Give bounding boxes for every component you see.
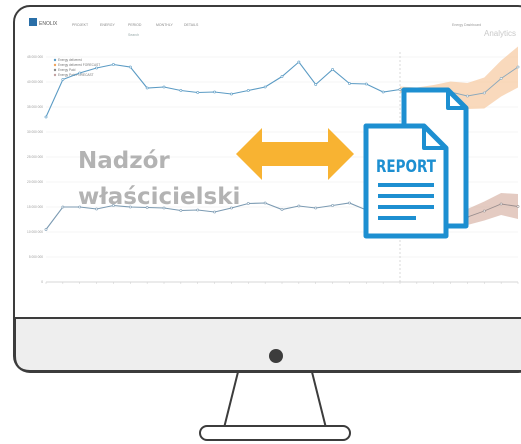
data-point[interactable] <box>179 89 183 92</box>
y-tick-label: 35 000 000 <box>27 105 43 109</box>
data-point[interactable] <box>196 91 200 94</box>
data-point[interactable] <box>213 90 216 94</box>
data-point[interactable] <box>348 201 351 205</box>
data-point[interactable] <box>145 86 149 90</box>
legend-marker <box>53 63 57 67</box>
y-tick-label: 0 <box>41 280 43 284</box>
data-point[interactable] <box>516 65 520 69</box>
toolbar-item[interactable]: DETAILS <box>184 23 199 27</box>
brand-label: Analytics <box>484 29 516 38</box>
data-point[interactable] <box>246 89 250 92</box>
data-point[interactable] <box>280 75 284 78</box>
data-point[interactable] <box>280 208 284 211</box>
report-line-4 <box>378 216 416 220</box>
data-point[interactable] <box>398 88 402 91</box>
data-point[interactable] <box>381 90 385 94</box>
legend-entry[interactable]: Energy Paid <box>58 68 76 72</box>
monitor-base <box>199 425 351 441</box>
data-point[interactable] <box>44 228 48 231</box>
y-tick-label: 40 000 000 <box>27 80 43 84</box>
data-point[interactable] <box>466 94 469 98</box>
data-point[interactable] <box>162 85 166 89</box>
data-point[interactable] <box>482 91 486 95</box>
data-point[interactable] <box>314 83 318 86</box>
data-point[interactable] <box>213 210 216 214</box>
data-point[interactable] <box>263 85 267 89</box>
data-point[interactable] <box>331 204 334 207</box>
y-tick-label: 25 000 000 <box>27 155 43 159</box>
data-point[interactable] <box>314 206 318 210</box>
y-tick-label: 15 000 000 <box>27 205 43 209</box>
report-line-2 <box>378 194 434 198</box>
toolbar-item[interactable]: MONTHLY <box>156 23 174 27</box>
logo-mark <box>29 18 37 26</box>
y-tick-label: 10 000 000 <box>27 230 43 234</box>
data-point[interactable] <box>128 65 132 69</box>
power-button[interactable] <box>269 349 283 363</box>
data-point[interactable] <box>61 78 65 81</box>
data-point[interactable] <box>95 66 98 70</box>
y-tick-label: 30 000 000 <box>27 130 43 134</box>
y-tick-label: 5 000 000 <box>29 255 43 259</box>
data-point[interactable] <box>331 68 334 71</box>
data-point[interactable] <box>297 204 301 208</box>
monitor-stand <box>222 371 328 429</box>
toolbar-item[interactable]: PERIOD <box>128 23 142 27</box>
data-point[interactable] <box>348 82 351 85</box>
legend-entry[interactable]: Energy delivered <box>58 58 82 62</box>
data-point[interactable] <box>482 209 486 213</box>
data-point[interactable] <box>499 202 503 206</box>
overlay-title-line-2: właścicielski <box>78 184 241 210</box>
data-point[interactable] <box>78 71 82 75</box>
legend-marker <box>53 58 57 62</box>
data-point[interactable] <box>364 82 368 86</box>
report-line-3 <box>378 205 434 209</box>
search-label[interactable]: Search <box>128 33 139 37</box>
legend-entry[interactable]: Energy Paid FORECAST <box>58 73 94 77</box>
report-label: REPORT <box>376 157 436 177</box>
legend-entry[interactable]: Energy delivered FORECAST <box>58 63 100 67</box>
monitor-illustration: ENOLIX PROJEKT ENERGY PERIOD MONTHLY DETAILS… <box>13 5 521 441</box>
y-tick-label: 45 000 000 <box>27 55 43 59</box>
data-point[interactable] <box>263 201 267 205</box>
data-point[interactable] <box>499 77 503 80</box>
data-point[interactable] <box>112 63 115 66</box>
data-point[interactable] <box>516 205 520 208</box>
data-point[interactable] <box>44 115 48 119</box>
data-point[interactable] <box>230 92 233 96</box>
data-point[interactable] <box>246 202 250 205</box>
user-label[interactable]: Energy Dashboard <box>452 23 481 27</box>
app-logo: ENOLIX <box>39 21 58 27</box>
legend-marker <box>53 68 57 72</box>
report-line-1 <box>378 183 434 187</box>
overlay-title-line-1: Nadzór <box>78 148 170 174</box>
monitor-chin <box>14 317 521 372</box>
legend-marker <box>53 73 57 77</box>
data-point[interactable] <box>297 60 301 64</box>
toolbar-item[interactable]: ENERGY <box>100 23 115 27</box>
y-tick-label: 20 000 000 <box>27 180 43 184</box>
toolbar-item[interactable]: PROJEKT <box>72 23 89 27</box>
data-point[interactable] <box>61 205 65 209</box>
